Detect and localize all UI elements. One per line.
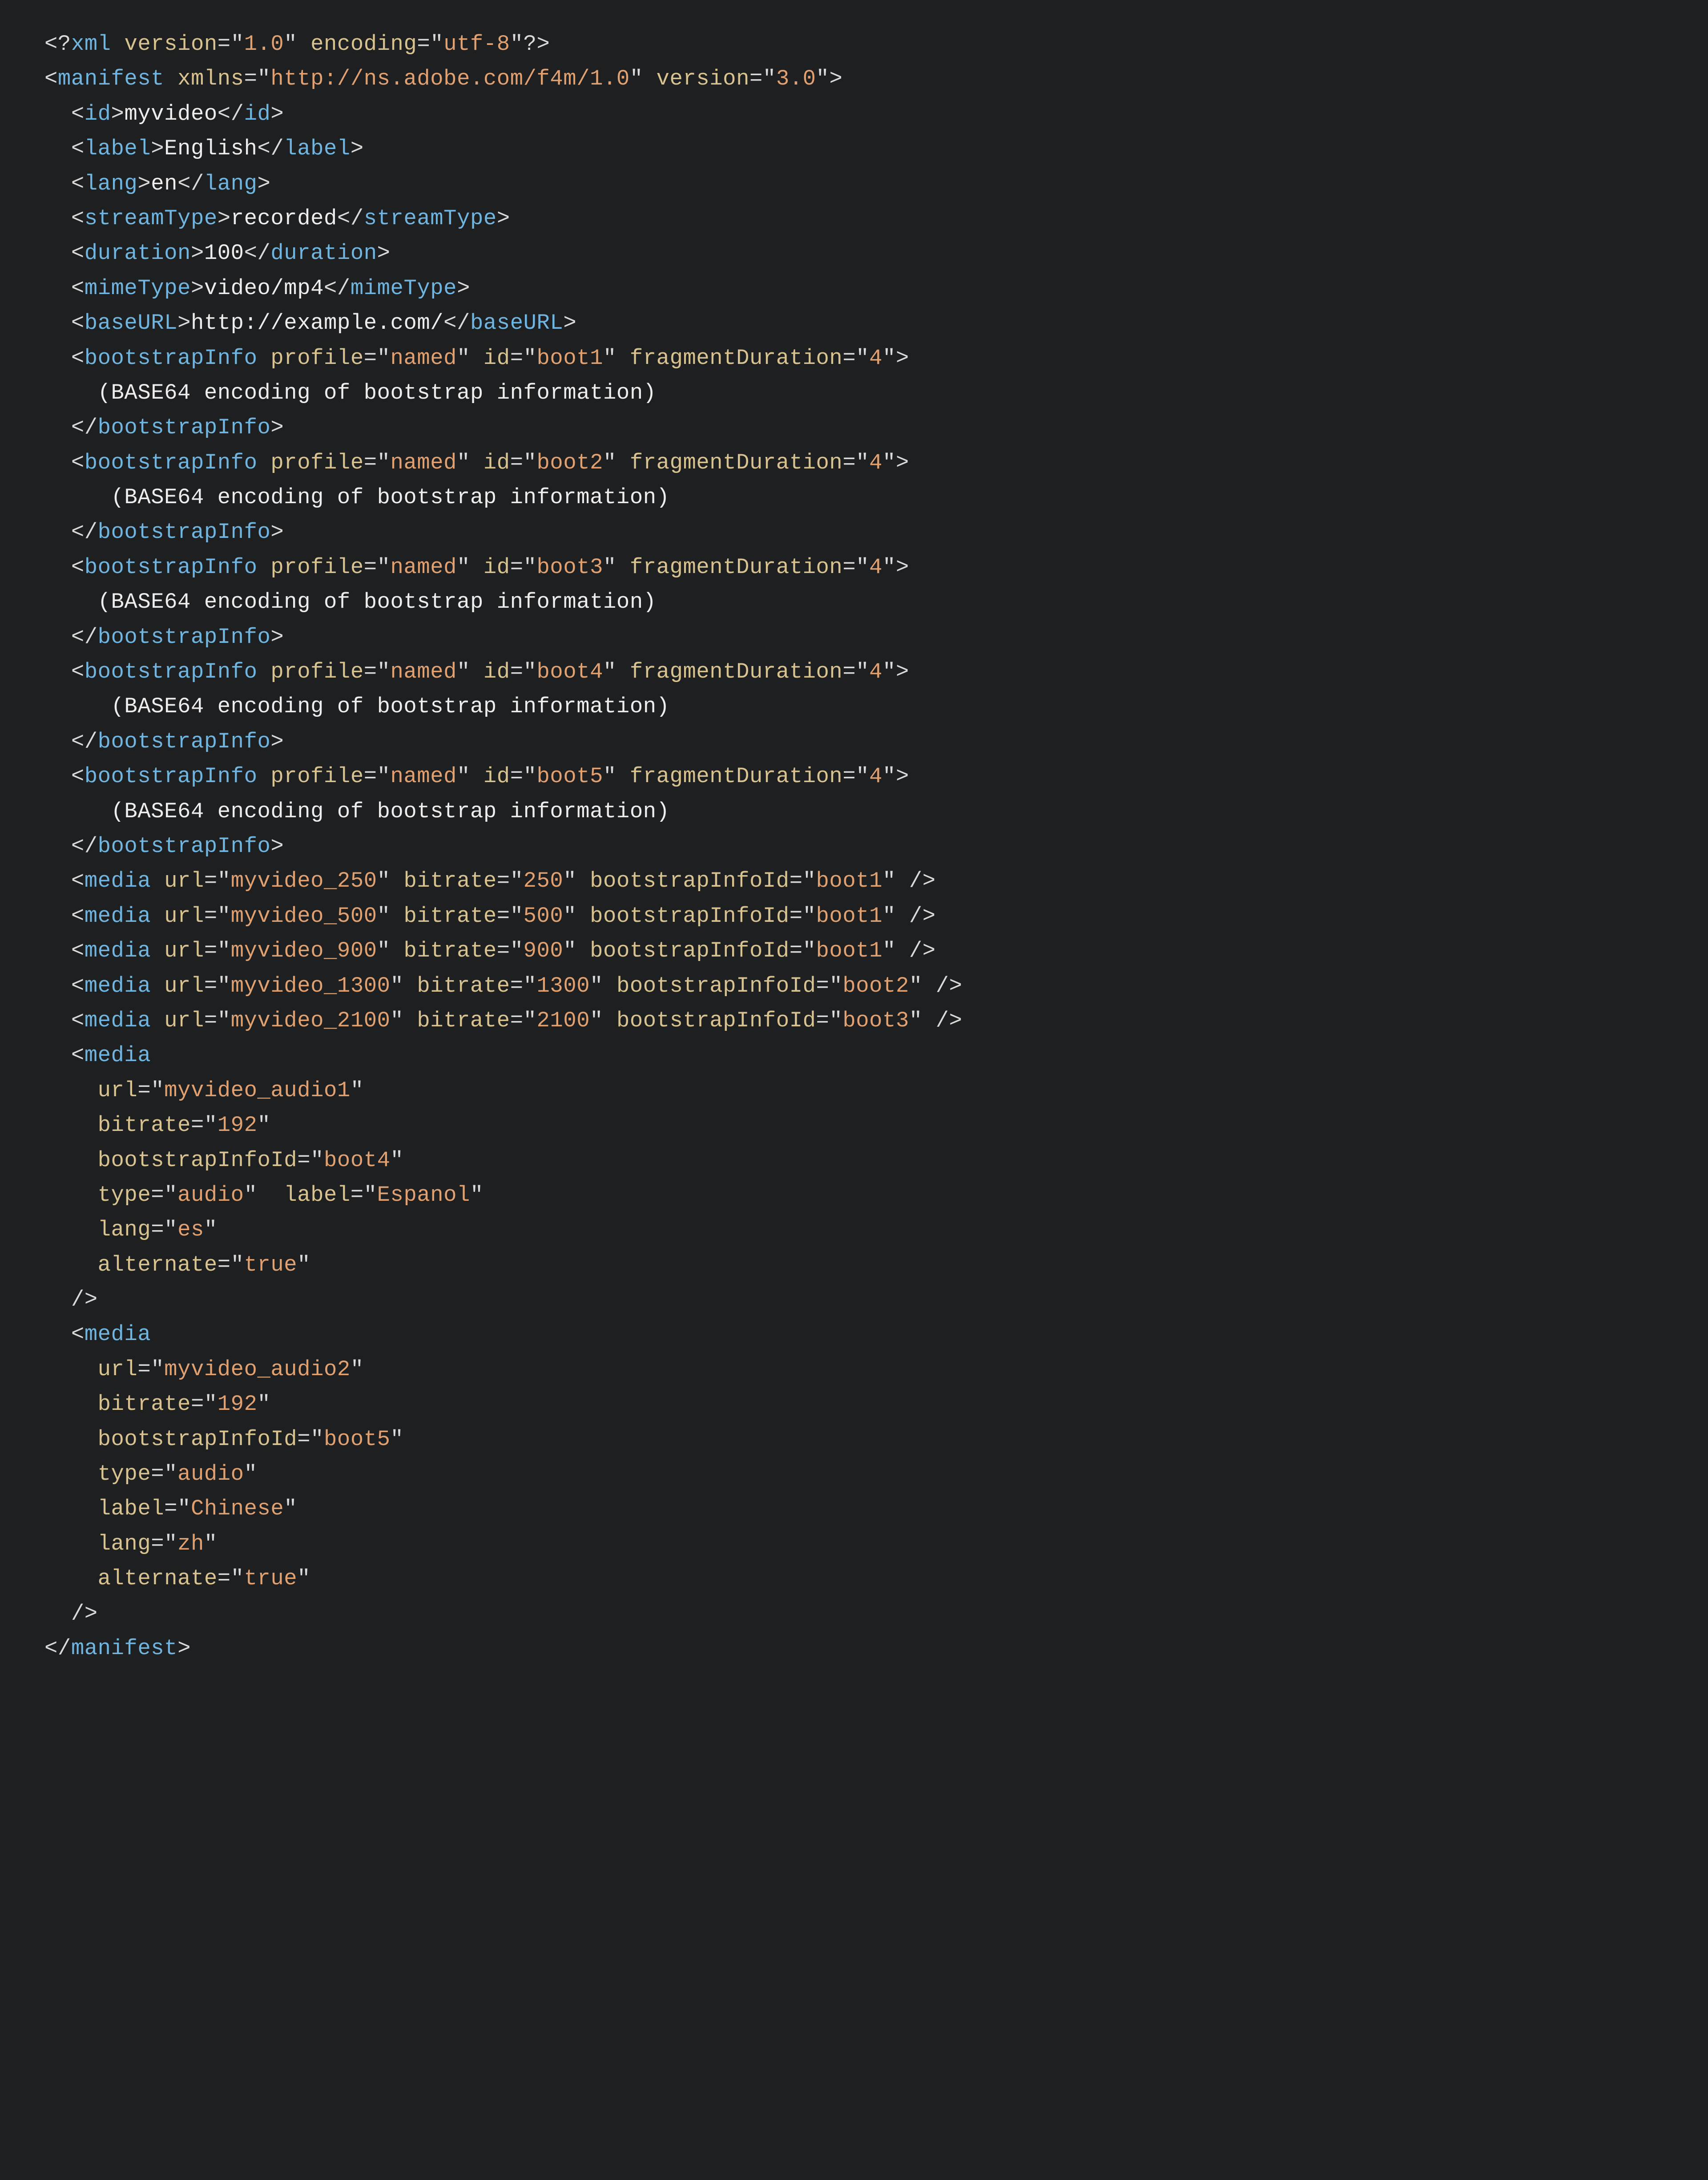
xml-code-block: <?xml version="1.0" encoding="utf-8"?> <… [0, 0, 1708, 1692]
